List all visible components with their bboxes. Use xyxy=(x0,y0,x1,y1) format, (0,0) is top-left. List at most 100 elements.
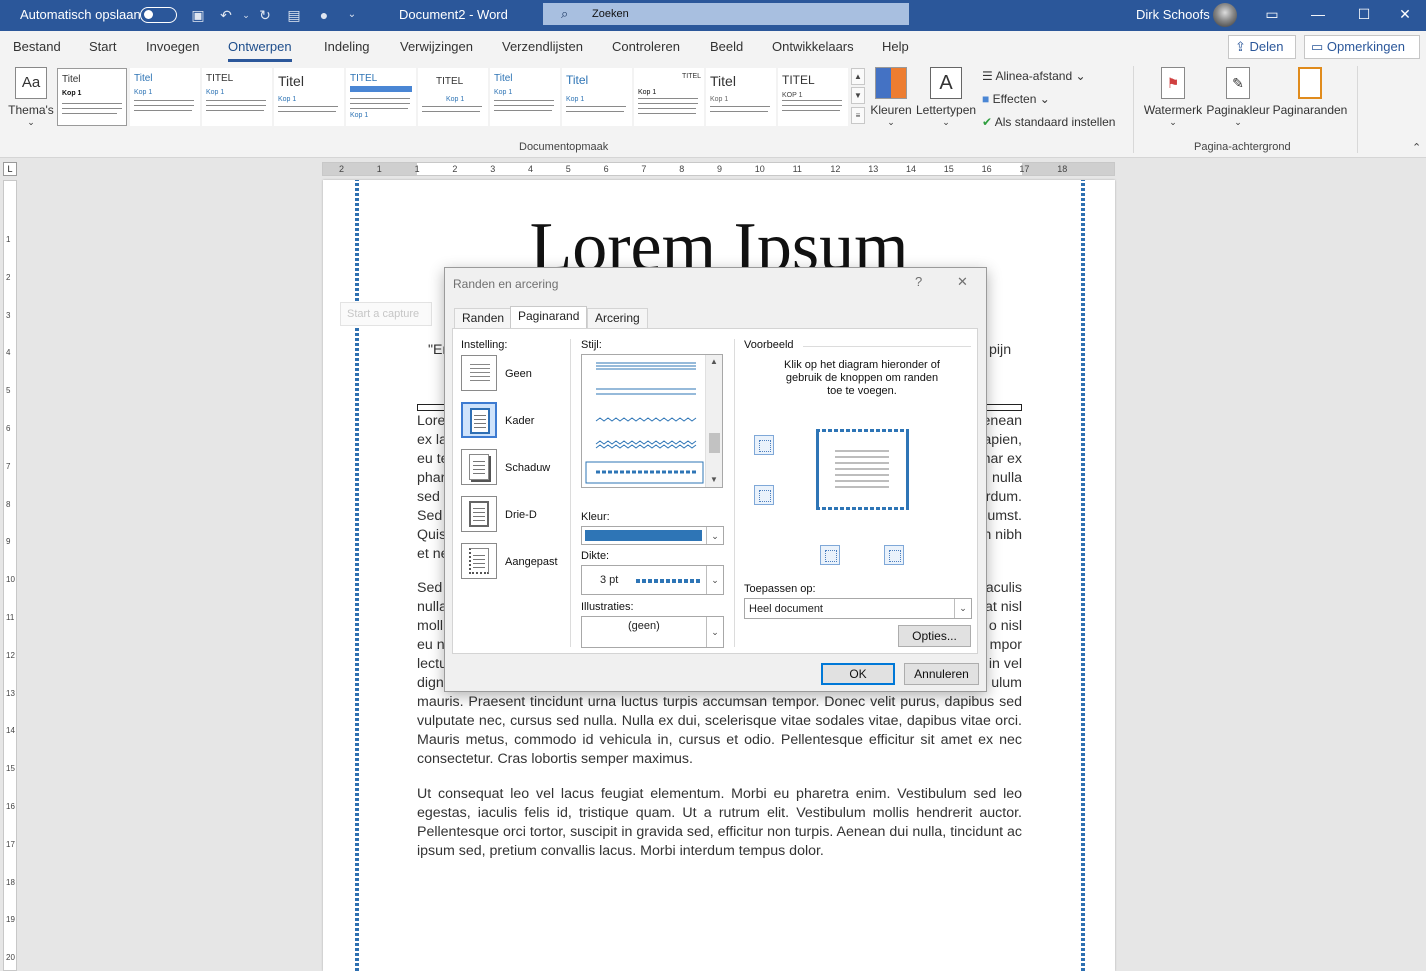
style-set-item[interactable]: Titel Kop 1 xyxy=(562,68,632,126)
help-button[interactable]: ? xyxy=(915,274,922,289)
tab-bestand[interactable]: Bestand xyxy=(13,39,61,59)
share-button[interactable]: ⇪ Delen xyxy=(1228,35,1296,59)
minimize-icon[interactable]: — xyxy=(1295,0,1341,31)
color-select[interactable]: ⌄ xyxy=(581,526,724,545)
page-borders-button[interactable]: Paginaranden xyxy=(1272,67,1348,117)
tab-beeld[interactable]: Beeld xyxy=(710,39,743,59)
ribbon-display-icon[interactable]: ▭ xyxy=(1249,0,1295,31)
setting-shadow-label[interactable]: Schaduw xyxy=(505,462,550,474)
tab-ontwerpen[interactable]: Ontwerpen xyxy=(228,39,292,62)
redo-icon[interactable]: ↻ xyxy=(256,6,274,24)
tab-controleren[interactable]: Controleren xyxy=(612,39,680,59)
tab-verzendlijsten[interactable]: Verzendlijsten xyxy=(502,39,583,59)
effects-button[interactable]: ■ Effecten ⌄ xyxy=(982,90,1050,108)
gallery-down-icon[interactable]: ▼ xyxy=(851,87,865,104)
setting-none-icon[interactable] xyxy=(461,355,497,391)
setting-3d-label[interactable]: Drie-D xyxy=(505,509,537,521)
themes-button[interactable]: Aa Thema's ⌄ xyxy=(6,67,56,128)
fonts-button[interactable]: A Lettertypen ⌄ xyxy=(916,67,976,128)
tab-ontwikkelaars[interactable]: Ontwikkelaars xyxy=(772,39,854,59)
scroll-thumb[interactable] xyxy=(709,433,720,453)
style-set-item[interactable]: TITEL Kop 1 xyxy=(418,68,488,126)
customize-qat-icon[interactable]: ⌄ xyxy=(343,6,361,24)
user-name[interactable]: Dirk Schoofs xyxy=(1136,0,1210,31)
style-set-title: TITEL xyxy=(782,73,815,87)
border-style-list[interactable]: ▲ ▼ xyxy=(581,354,723,488)
ruler-tick-label: 7 xyxy=(6,461,11,471)
setting-3d-icon[interactable] xyxy=(461,496,497,532)
preview-diagram[interactable] xyxy=(816,429,909,510)
width-select[interactable]: 3 pt ⌄ xyxy=(581,565,724,595)
scroll-down-icon[interactable]: ▼ xyxy=(706,473,722,487)
gallery-more-icon[interactable]: ≡ xyxy=(851,107,865,124)
circle-icon[interactable]: ● xyxy=(315,6,333,24)
tab-help[interactable]: Help xyxy=(882,39,909,59)
style-set-title: Titel xyxy=(278,73,304,89)
top-border-button[interactable] xyxy=(754,435,774,455)
cancel-button[interactable]: Annuleren xyxy=(904,663,979,685)
style-set-item[interactable]: TITEL Kop 1 xyxy=(346,68,416,126)
art-select[interactable]: (geen) ⌄ xyxy=(581,616,724,648)
colors-button[interactable]: Kleuren ⌄ xyxy=(870,67,912,128)
setting-custom-label[interactable]: Aangepast xyxy=(505,556,558,568)
vertical-ruler[interactable]: 1 2 3 4 5 6 7 8 9 10 11 12 13 14 15 16 17 18 19 20 xyxy=(3,180,17,971)
style-set-item[interactable]: Titel Kop 1 xyxy=(57,68,127,126)
close-icon[interactable]: ✕ xyxy=(957,274,968,290)
autosave-toggle[interactable] xyxy=(140,7,177,23)
setting-custom-icon[interactable] xyxy=(461,543,497,579)
maximize-icon[interactable]: ☐ xyxy=(1341,0,1387,31)
capture-button[interactable]: Start a capture xyxy=(340,302,432,326)
style-set-item[interactable]: TITEL Kop 1 xyxy=(634,68,704,126)
setting-box-label[interactable]: Kader xyxy=(505,415,534,427)
paragraph-spacing-button[interactable]: ☰ Alinea-afstand ⌄ xyxy=(982,67,1086,85)
tab-invoegen[interactable]: Invoegen xyxy=(146,39,200,59)
chevron-down-icon: ⌄ xyxy=(706,527,723,544)
ruler-tick-label: 1 xyxy=(6,235,11,244)
avatar[interactable] xyxy=(1213,3,1237,27)
color-swatch xyxy=(585,530,702,541)
ruler-tick-label: 9 xyxy=(717,164,723,174)
style-set-title: TITEL xyxy=(436,76,464,87)
horizontal-ruler[interactable]: 2 1 1 2 3 4 5 6 7 8 9 10 11 12 13 14 15 16 17 18 xyxy=(322,162,1115,176)
comments-button[interactable]: ▭ Opmerkingen xyxy=(1304,35,1420,59)
close-window-icon[interactable]: ✕ xyxy=(1382,0,1426,31)
setting-shadow-icon[interactable] xyxy=(461,449,497,485)
style-set-item[interactable]: TITEL Kop 1 xyxy=(202,68,272,126)
search-box[interactable]: ⌕ Zoeken xyxy=(543,3,909,25)
left-border-button[interactable] xyxy=(820,545,840,565)
right-border-button[interactable] xyxy=(884,545,904,565)
save-icon[interactable]: ▣ xyxy=(189,6,207,24)
undo-icon[interactable]: ↶ xyxy=(217,6,235,24)
tab-selector[interactable]: L xyxy=(3,162,17,176)
chevron-down-icon: ⌄ xyxy=(954,599,971,618)
style-set-item[interactable]: Titel Kop 1 xyxy=(274,68,344,126)
tab-randen[interactable]: Randen xyxy=(454,308,513,328)
text-fragment: Quis xyxy=(417,527,447,543)
tab-indeling[interactable]: Indeling xyxy=(324,39,370,59)
tab-paginarand[interactable]: Paginarand xyxy=(510,306,588,329)
comment-icon: ▭ xyxy=(1311,39,1324,54)
style-list-scrollbar[interactable]: ▲ ▼ xyxy=(705,355,722,487)
set-default-button[interactable]: ✔ Als standaard instellen xyxy=(982,113,1115,131)
gallery-up-icon[interactable]: ▲ xyxy=(851,68,865,85)
scroll-up-icon[interactable]: ▲ xyxy=(706,355,722,369)
watermark-button[interactable]: ⚑ Watermerk ⌄ xyxy=(1142,67,1204,128)
page-color-button[interactable]: ✎ Paginakleur ⌄ xyxy=(1206,67,1270,128)
tab-start[interactable]: Start xyxy=(89,39,116,59)
borders-shading-dialog: Randen en arcering ? ✕ Randen Paginarand… xyxy=(444,267,987,692)
style-set-item[interactable]: Titel Kop 1 xyxy=(130,68,200,126)
setting-box-icon[interactable] xyxy=(461,402,497,438)
ok-button[interactable]: OK xyxy=(821,663,895,685)
apply-select[interactable]: Heel document ⌄ xyxy=(744,598,972,619)
collapse-ribbon-icon[interactable]: ⌃ xyxy=(1412,141,1421,154)
tab-verwijzingen[interactable]: Verwijzingen xyxy=(400,39,473,59)
undo-dropdown-icon[interactable]: ⌄ xyxy=(237,6,255,24)
touch-mode-icon[interactable]: ▤ xyxy=(285,6,303,24)
style-set-item[interactable]: Titel Kop 1 xyxy=(490,68,560,126)
setting-none-label[interactable]: Geen xyxy=(505,368,532,380)
bottom-border-button[interactable] xyxy=(754,485,774,505)
style-set-item[interactable]: Titel Kop 1 xyxy=(706,68,776,126)
options-button[interactable]: Opties... xyxy=(898,625,971,647)
style-set-item[interactable]: TITEL KOP 1 xyxy=(778,68,848,126)
tab-arcering[interactable]: Arcering xyxy=(587,308,648,328)
